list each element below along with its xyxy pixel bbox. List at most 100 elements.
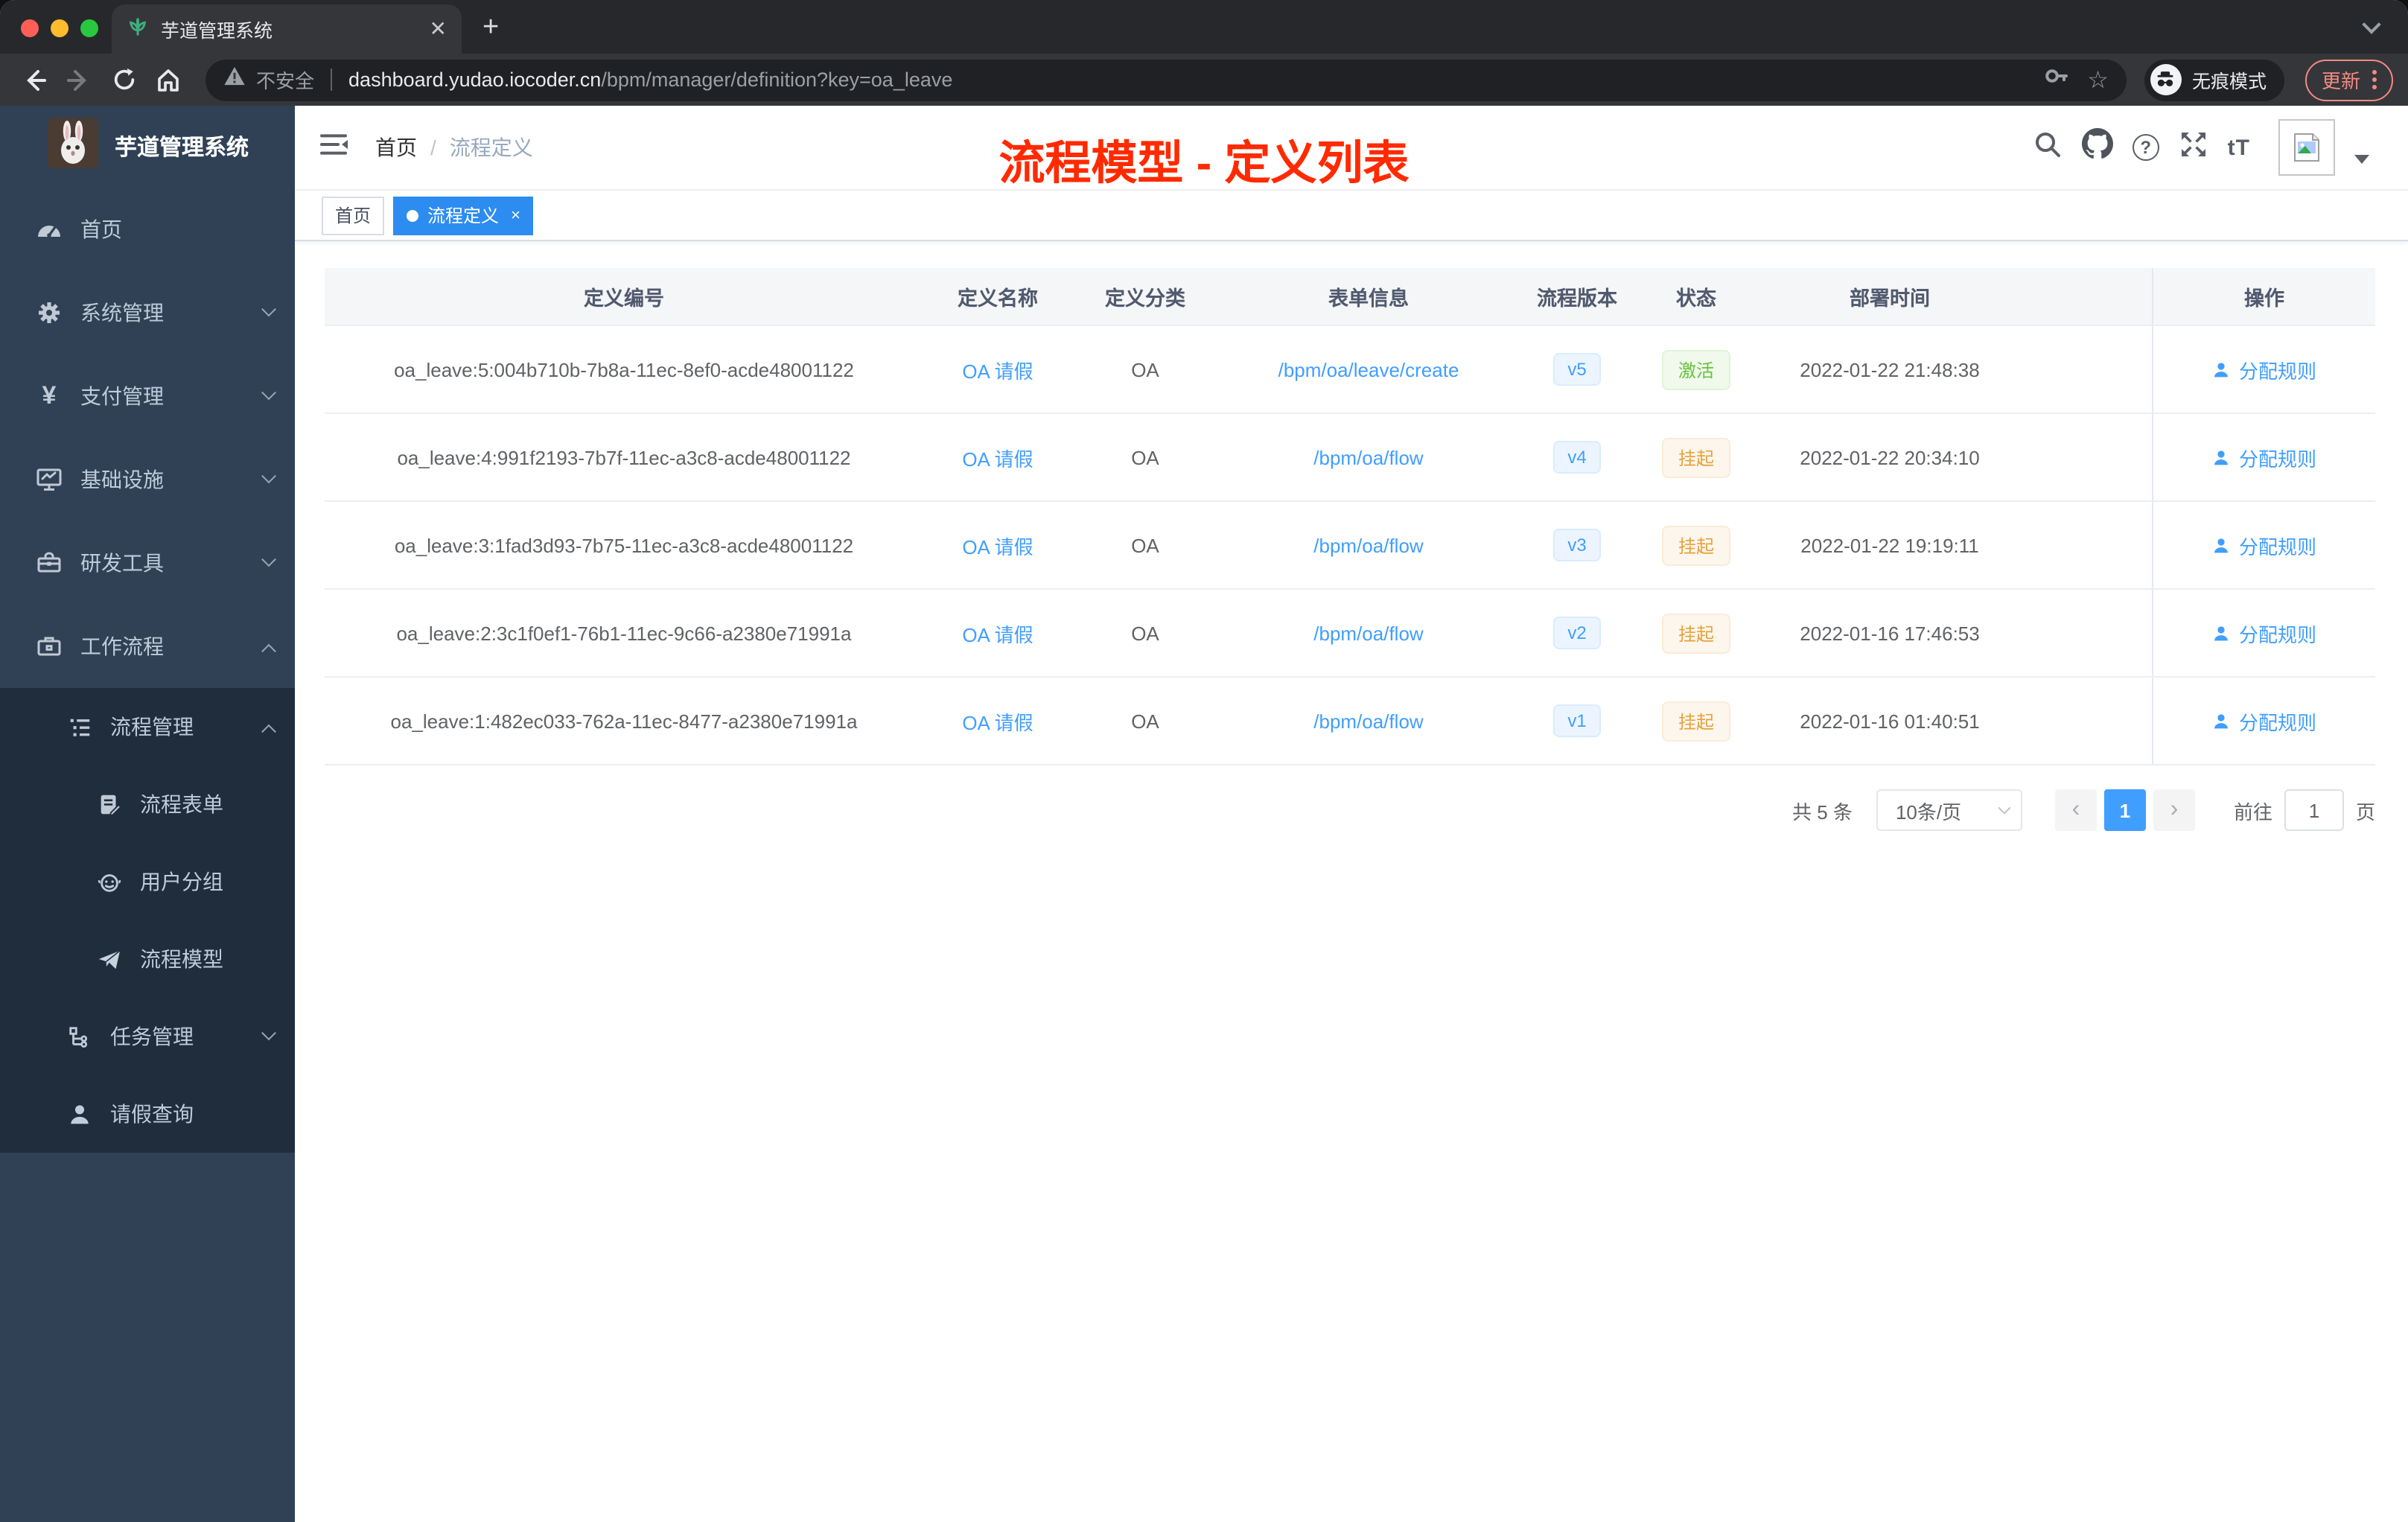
breadcrumb: 首页 / 流程定义 [375,133,533,162]
monitor-icon [36,466,63,493]
help-icon[interactable]: ? [2132,134,2159,161]
table-header-row: 定义编号 定义名称 定义分类 表单信息 流程版本 状态 部署时间 操作 [325,268,2375,326]
yen-icon: ¥ [42,381,57,410]
briefcase-icon [36,633,63,660]
col-header-deploy-time: 部署时间 [1850,287,1930,310]
table-row: oa_leave:4:991f2193-7b7f-11ec-a3c8-acde4… [325,414,2375,502]
page-size-select[interactable]: 10条/页 [1876,789,2022,831]
minimize-window-button[interactable] [51,19,69,37]
table-row: oa_leave:2:3c1f0ef1-76b1-11ec-9c66-a2380… [325,590,2375,678]
cell-deploy-time: 2022-01-22 21:48:38 [1800,358,1980,380]
sidebar-item-process-management[interactable]: 流程管理 [0,688,295,765]
status-badge: 激活 [1661,349,1730,389]
forward-icon[interactable] [60,60,98,99]
avatar[interactable] [2278,119,2335,176]
sidebar-item-infra[interactable]: 基础设施 [0,438,295,521]
url-bar[interactable]: 不安全 dashboard.yudao.iocoder.cn/bpm/manag… [206,59,2127,101]
home-icon[interactable] [149,60,188,99]
form-link[interactable]: /bpm/oa/leave/create [1278,358,1459,380]
hamburger-icon[interactable] [319,130,348,165]
browser-menu-kebab-icon[interactable] [2372,70,2377,89]
definition-name-link[interactable]: OA 请假 [962,443,1033,471]
back-icon[interactable] [15,60,54,99]
sidebar-item-label: 请假查询 [110,1102,194,1126]
cell-category: OA [1131,446,1159,468]
tag-close-icon[interactable]: × [511,206,520,224]
sidebar-item-workflow[interactable]: 工作流程 [0,605,295,688]
sidebar-item-label: 流程表单 [140,792,223,816]
chevron-down-icon [261,468,276,483]
sidebar-item-label: 任务管理 [110,1025,194,1048]
zoom-window-button[interactable] [80,19,98,37]
col-header-category: 定义分类 [1105,287,1185,310]
sidebar-item-label: 流程管理 [110,715,194,739]
sidebar-item-label: 支付管理 [80,384,164,408]
not-secure-warning-icon[interactable] [223,66,246,94]
avatar-caret-icon[interactable] [2354,155,2369,164]
page-content: 定义编号 定义名称 定义分类 表单信息 流程版本 状态 部署时间 操作 oa_l… [295,241,2408,1522]
definition-name-link[interactable]: OA 请假 [962,355,1033,383]
col-header-status: 状态 [1676,287,1716,310]
definition-name-link[interactable]: OA 请假 [962,531,1033,559]
version-badge: v2 [1552,617,1602,649]
assign-rule-label: 分配规则 [2238,535,2316,558]
tab-search-chevron-icon[interactable] [2362,15,2381,34]
chevron-up-icon [261,643,276,658]
form-link[interactable]: /bpm/oa/flow [1313,446,1423,468]
assign-rule-button[interactable]: 分配规则 [2212,443,2316,471]
total-count-label: 共 5 条 [1792,800,1853,823]
sidebar-item-user-group[interactable]: 用户分组 [0,843,295,920]
sidebar-item-home[interactable]: 首页 [0,188,295,271]
sidebar-item-payment[interactable]: ¥ 支付管理 [0,354,295,438]
security-label[interactable]: 不安全 [256,66,314,94]
app-title: 芋道管理系统 [115,136,249,161]
tag-home[interactable]: 首页 [322,196,385,235]
search-icon[interactable] [2033,129,2063,166]
chevron-down-icon [261,301,276,316]
tag-process-definition[interactable]: 流程定义 × [393,196,534,235]
prev-page-button[interactable]: ‹ [2054,789,2097,831]
sidebar-item-leave-query[interactable]: 请假查询 [0,1075,295,1153]
assign-rule-button[interactable]: 分配规则 [2212,619,2316,647]
password-key-icon[interactable] [2042,63,2069,97]
browser-tab[interactable]: 芋道管理系统 ✕ [112,4,462,54]
assign-rule-button[interactable]: 分配规则 [2212,707,2316,735]
active-dot-icon [407,209,419,221]
cell-id: oa_leave:5:004b710b-7b8a-11ec-8ef0-acde4… [394,358,854,380]
form-link[interactable]: /bpm/oa/flow [1313,710,1423,732]
new-tab-button[interactable]: + [482,12,499,45]
update-label: 更新 [2321,70,2360,92]
version-badge: v1 [1552,704,1602,737]
sidebar-item-devtools[interactable]: 研发工具 [0,521,295,605]
assign-rule-button[interactable]: 分配规则 [2212,355,2316,383]
tree-icon [66,1023,92,1050]
form-link[interactable]: /bpm/oa/flow [1313,622,1423,644]
sidebar-item-label: 系统管理 [80,301,164,325]
sidebar-item-process-model[interactable]: 流程模型 [0,920,295,998]
sidebar-item-system[interactable]: 系统管理 [0,271,295,354]
breadcrumb-home[interactable]: 首页 [375,133,417,162]
definition-name-link[interactable]: OA 请假 [962,619,1033,647]
assign-rule-button[interactable]: 分配规则 [2212,531,2316,559]
next-page-button[interactable]: › [2153,789,2195,831]
form-link[interactable]: /bpm/oa/flow [1313,534,1423,556]
breadcrumb-separator: / [430,136,436,159]
fullscreen-icon[interactable] [2179,129,2208,166]
reload-icon[interactable] [104,60,143,99]
col-header-form: 表单信息 [1328,287,1409,310]
tab-close-icon[interactable]: ✕ [430,16,447,42]
definition-name-link[interactable]: OA 请假 [962,707,1033,735]
sidebar-item-task-management[interactable]: 任务管理 [0,998,295,1075]
close-window-button[interactable] [21,19,39,37]
sidebar-item-label: 首页 [80,217,122,241]
font-size-icon[interactable]: tT [2228,135,2250,160]
chevron-down-icon [261,1025,276,1040]
sidebar-item-process-form[interactable]: 流程表单 [0,765,295,843]
github-icon[interactable] [2081,128,2113,167]
app-logo[interactable]: 芋道管理系统 [0,106,295,188]
goto-page-input[interactable] [2284,789,2344,831]
chrome-update-button[interactable]: 更新 [2305,59,2393,101]
bookmark-star-icon[interactable]: ☆ [2087,65,2109,95]
current-page-button[interactable]: 1 [2103,789,2146,831]
url-text[interactable]: dashboard.yudao.iocoder.cn/bpm/manager/d… [348,66,952,93]
